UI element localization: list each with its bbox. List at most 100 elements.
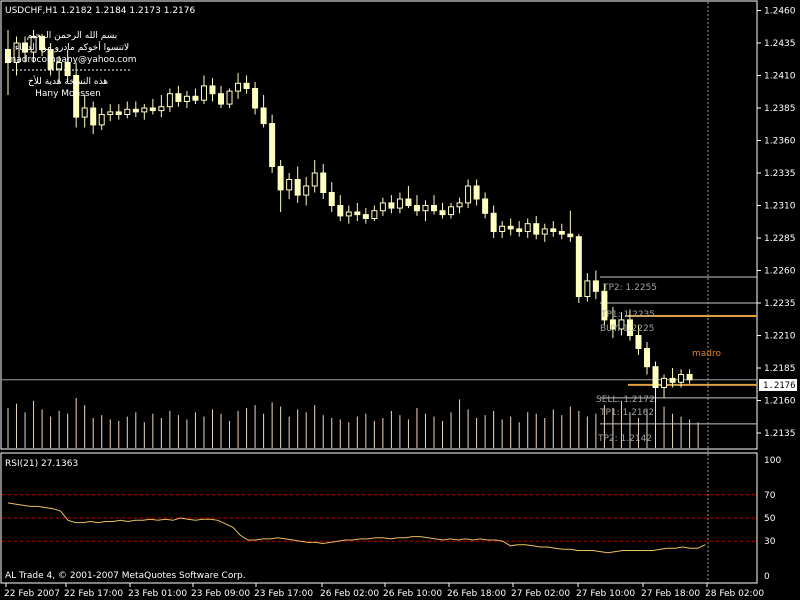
price-tick-label: 1.2135 xyxy=(764,429,796,439)
candle-body xyxy=(669,377,676,383)
candle-body xyxy=(166,93,173,108)
price-tick-label: 1.2310 xyxy=(764,202,796,212)
copyright-text: AL Trade 4, © 2001-2007 MetaQuotes Softw… xyxy=(5,571,246,581)
price-tick-label: 1.2460 xyxy=(764,7,796,17)
candle-body xyxy=(507,225,514,230)
time-tick-label: 27 Feb 10:00 xyxy=(576,589,635,599)
rsi-axis-label: 100 xyxy=(764,456,781,466)
candle-body xyxy=(592,280,599,292)
rsi-plot-frame xyxy=(0,452,758,584)
candle-body xyxy=(413,205,420,212)
note-line-2: لاتنسوا أخوكم مادرو من الدعاء xyxy=(15,41,129,53)
price-axis[interactable]: 1.2460 1.2435 1.2410 1.2385 1.2360 1.2335 1.23… xyxy=(757,7,796,440)
time-tick-label: 23 Feb 09:00 xyxy=(191,589,250,599)
candle-body xyxy=(465,185,472,204)
candle-body xyxy=(209,85,216,95)
rsi-title: RSI(21) 27.1363 xyxy=(5,459,78,469)
candle-body xyxy=(328,192,335,206)
candle-body xyxy=(192,95,199,101)
candle-body xyxy=(320,172,327,193)
candle-body xyxy=(422,205,429,212)
candle-body xyxy=(490,212,497,233)
candle-body xyxy=(575,236,582,297)
price-tick-label: 1.2260 xyxy=(764,267,796,277)
candle-body xyxy=(499,225,506,233)
note-line-3: madrocompany@yahoo.com xyxy=(8,55,137,65)
main-plot-frame xyxy=(0,0,758,450)
candle-body xyxy=(686,374,693,381)
candle-body xyxy=(584,280,591,297)
candle-body xyxy=(303,185,310,196)
price-tick-label: 1.2435 xyxy=(764,39,796,49)
price-tick-label: 1.2160 xyxy=(764,397,796,407)
rsi-indicator: 100 70 50 30 0 xyxy=(2,456,781,582)
candle-body xyxy=(158,106,165,112)
current-price-text: 1.2176 xyxy=(763,381,796,391)
price-tick-label: 1.2235 xyxy=(764,299,796,309)
time-tick-label: 23 Feb 01:00 xyxy=(128,589,187,599)
candle-body xyxy=(183,95,190,103)
note-line-4: هذه النسخة هدية للأخ xyxy=(28,75,108,87)
candle-body xyxy=(533,223,540,235)
candle-body xyxy=(269,123,276,167)
candle-body xyxy=(550,228,557,232)
time-tick-label: 22 Feb 2007 xyxy=(4,589,60,599)
candle-body xyxy=(405,198,412,206)
candle-body xyxy=(124,108,131,116)
candle-body xyxy=(354,211,361,216)
candle-body xyxy=(388,202,395,209)
candle-body xyxy=(218,93,224,105)
candle-body xyxy=(345,211,352,217)
candle-body xyxy=(107,111,114,116)
symbol-header: USDCHF,H1 1.2182 1.2184 1.2173 1.2176 xyxy=(5,6,195,16)
note-line-5: Hany Mohssen xyxy=(35,89,101,99)
candle-body xyxy=(260,107,267,125)
candle-body xyxy=(226,90,233,105)
price-tick-label: 1.2185 xyxy=(764,364,796,374)
rsi-axis-label: 0 xyxy=(764,572,770,582)
candle-body xyxy=(448,206,455,216)
price-tick-label: 1.2210 xyxy=(764,332,796,342)
rsi-axis-label: 30 xyxy=(764,537,776,547)
label-tp1-sell: TP1: 1.2162 xyxy=(599,408,654,418)
price-tick-label: 1.2360 xyxy=(764,137,796,147)
candle-body xyxy=(311,172,318,187)
rsi-axis-label: 70 xyxy=(764,491,776,501)
label-tp2-sell: TP2: 1.2142 xyxy=(597,434,652,444)
candle-body xyxy=(678,374,685,383)
candle-body xyxy=(149,107,156,112)
candlesticks xyxy=(5,30,693,404)
candle-body xyxy=(252,88,259,109)
time-tick-label: 27 Feb 02:00 xyxy=(511,589,570,599)
time-tick-label: 27 Feb 18:00 xyxy=(641,589,700,599)
candle-body xyxy=(439,210,446,216)
candle-body xyxy=(337,205,344,217)
candle-body xyxy=(175,93,182,102)
madro-label: madro xyxy=(692,349,721,359)
candle-body xyxy=(431,205,437,212)
chart-window[interactable]: 1.2460 1.2435 1.2410 1.2385 1.2360 1.2335 1.23… xyxy=(0,0,800,600)
candle-body xyxy=(516,228,523,232)
candle-body xyxy=(652,366,659,389)
candle-body xyxy=(132,108,139,113)
candle-body xyxy=(277,166,284,191)
candle-body xyxy=(81,107,88,118)
time-tick-label: 22 Feb 17:00 xyxy=(64,589,123,599)
time-tick-label: 26 Feb 18:00 xyxy=(447,589,506,599)
candle-body xyxy=(98,114,105,126)
candle-body xyxy=(558,231,565,235)
note-line-1: بسم الله الرحمن الرحيم xyxy=(27,31,117,41)
label-tp2-buy: TP2: 1.2255 xyxy=(602,283,657,293)
candle-body xyxy=(115,111,122,116)
rsi-line xyxy=(7,502,706,554)
candle-body xyxy=(396,198,403,209)
rsi-axis-label: 50 xyxy=(764,514,776,524)
candle-body xyxy=(567,233,574,238)
candle-body xyxy=(141,107,148,113)
time-axis[interactable]: 22 Feb 2007 22 Feb 17:00 23 Feb 01:00 23 Fe… xyxy=(4,583,764,599)
time-tick-label: 28 Feb 02:00 xyxy=(705,589,764,599)
candle-body xyxy=(635,335,642,349)
candle-body xyxy=(644,348,650,368)
candle-body xyxy=(294,179,301,196)
candle-body xyxy=(661,377,668,388)
